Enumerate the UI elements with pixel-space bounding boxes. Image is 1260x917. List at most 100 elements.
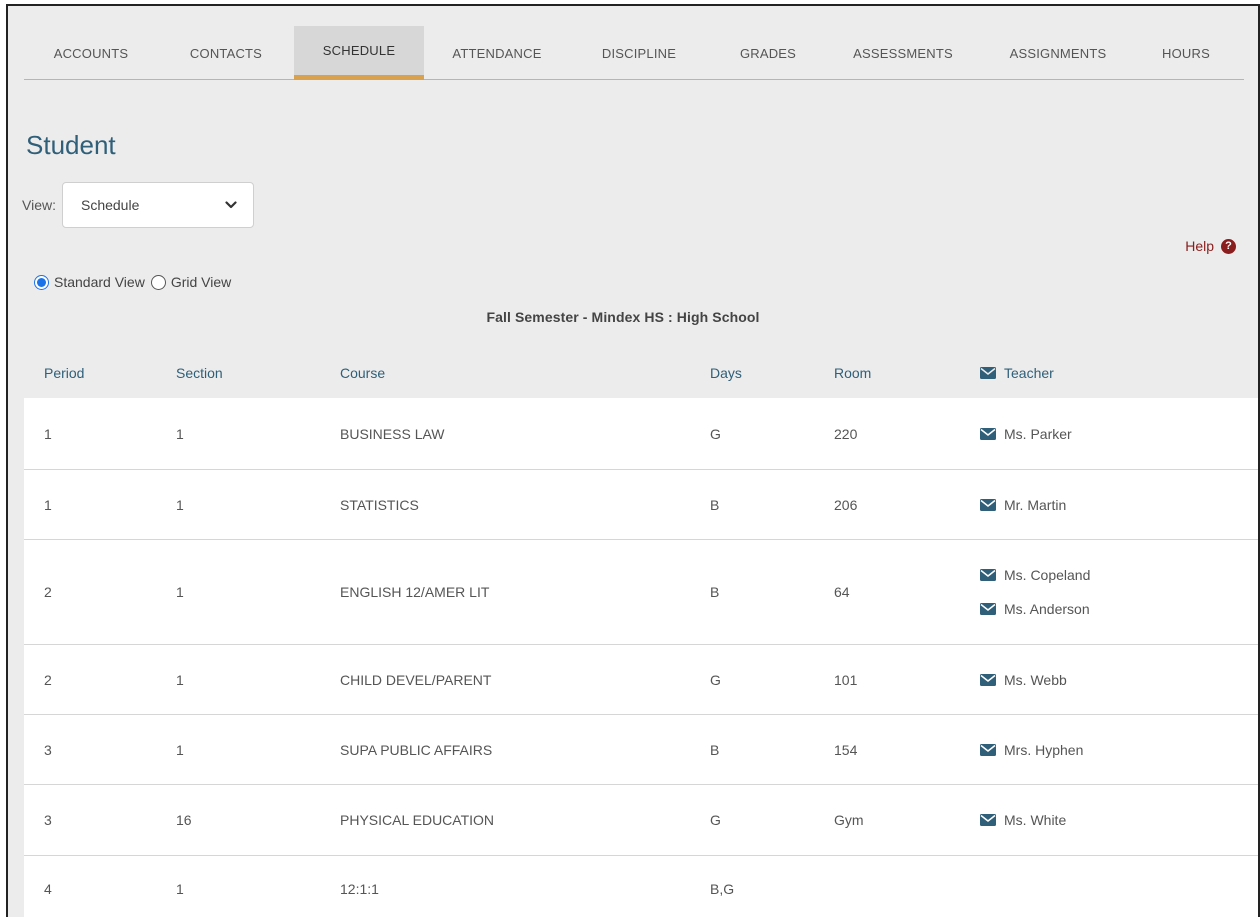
- teacher-name: Ms. Anderson: [1004, 601, 1090, 617]
- question-circle-icon: ?: [1221, 238, 1236, 254]
- cell-period: 1: [44, 496, 52, 513]
- cell-section: 16: [176, 812, 192, 828]
- cell-period: 4: [44, 880, 52, 897]
- cell-period: 2: [44, 584, 52, 600]
- tab-schedule[interactable]: SCHEDULE: [294, 26, 424, 80]
- cell-days: B,G: [710, 880, 735, 897]
- cell-teacher: Ms. Copeland Ms. Anderson: [980, 540, 1090, 644]
- table-row: 1 1 STATISTICS B 206 Mr. Martin: [24, 470, 1258, 540]
- tab-bar: ACCOUNTS CONTACTS SCHEDULE ATTENDANCE DI…: [24, 26, 1244, 80]
- view-label: View:: [22, 197, 56, 213]
- header-course: Course: [340, 365, 386, 381]
- term-title: Fall Semester - Mindex HS : High School: [486, 309, 760, 325]
- cell-days: B: [710, 496, 720, 513]
- cell-course: ENGLISH 12/AMER LIT: [340, 584, 490, 600]
- view-select[interactable]: Schedule: [61, 182, 254, 228]
- cell-days: G: [710, 812, 721, 828]
- header-teacher-label: Teacher: [1004, 365, 1054, 381]
- standard-view-radio[interactable]: [34, 274, 49, 290]
- cell-teacher: Ms. Webb: [980, 645, 1067, 714]
- header-days: Days: [710, 365, 742, 381]
- mail-icon: [980, 367, 996, 379]
- schedule-table-body: 1 1 BUSINESS LAW G 220 Ms. Parker 1 1 ST…: [24, 398, 1258, 917]
- table-row: 2 1 ENGLISH 12/AMER LIT B 64 Ms. Copelan…: [24, 540, 1258, 645]
- table-row: 3 1 SUPA PUBLIC AFFAIRS B 154 Mrs. Hyphe…: [24, 715, 1258, 785]
- teacher-email-link[interactable]: Mrs. Hyphen: [980, 733, 1083, 767]
- term-heading: Fall Semester - Mindex HS : High School: [8, 309, 1258, 325]
- cell-period: 3: [44, 741, 52, 758]
- teacher-email-link[interactable]: Ms. Anderson: [980, 592, 1090, 626]
- table-row: 1 1 BUSINESS LAW G 220 Ms. Parker: [24, 398, 1258, 470]
- header-room: Room: [834, 365, 872, 381]
- cell-room: 101: [834, 671, 858, 688]
- cell-room: 220: [834, 425, 858, 442]
- view-select-value: Schedule: [80, 197, 140, 213]
- tab-hours[interactable]: HOURS: [1138, 26, 1234, 80]
- cell-teacher: Ms. Parker: [980, 398, 1072, 469]
- cell-course: STATISTICS: [340, 496, 419, 513]
- table-row: 4 1 12:1:1 B,G: [24, 856, 1258, 917]
- tab-attendance[interactable]: ATTENDANCE: [424, 26, 570, 80]
- page-title: Student: [26, 130, 116, 160]
- cell-course: 12:1:1: [340, 880, 379, 897]
- grid-view-radio[interactable]: [150, 274, 166, 290]
- schedule-table-header: Period Section Course Days Room Teacher: [24, 348, 1244, 398]
- cell-days: B: [710, 584, 720, 600]
- mail-icon: [980, 427, 996, 440]
- cell-teacher: Mrs. Hyphen: [980, 715, 1083, 784]
- header-teacher[interactable]: Teacher: [980, 348, 1054, 398]
- mail-icon: [980, 814, 996, 826]
- cell-course: PHYSICAL EDUCATION: [340, 812, 495, 828]
- cell-course: BUSINESS LAW: [340, 425, 445, 442]
- cell-period: 3: [44, 812, 52, 828]
- cell-room: 154: [834, 741, 858, 758]
- mail-icon: [980, 569, 996, 581]
- teacher-name: Ms. Parker: [1004, 425, 1072, 442]
- cell-days: G: [710, 425, 721, 442]
- header-section: Section: [176, 365, 223, 381]
- cell-days: B: [710, 741, 720, 758]
- cell-course: CHILD DEVEL/PARENT: [340, 671, 492, 688]
- cell-period: 1: [44, 425, 52, 442]
- cell-room: Gym: [834, 812, 864, 828]
- table-row: 2 1 CHILD DEVEL/PARENT G 101 Ms. Webb: [24, 645, 1258, 715]
- teacher-name: Mr. Martin: [1004, 496, 1067, 513]
- teacher-email-link[interactable]: Ms. Parker: [980, 417, 1072, 451]
- mail-icon: [980, 743, 996, 756]
- tab-assignments[interactable]: ASSIGNMENTS: [978, 26, 1138, 80]
- cell-course: SUPA PUBLIC AFFAIRS: [340, 741, 493, 758]
- grid-view-label[interactable]: Grid View: [171, 274, 231, 290]
- cell-teacher: Ms. White: [980, 785, 1066, 855]
- view-selector-row: View: Schedule: [22, 182, 254, 228]
- teacher-name: Ms. Webb: [1004, 671, 1067, 688]
- help-label: Help: [1185, 238, 1214, 254]
- app-frame: ACCOUNTS CONTACTS SCHEDULE ATTENDANCE DI…: [6, 4, 1260, 917]
- cell-section: 1: [176, 880, 184, 897]
- teacher-email-link[interactable]: Ms. Copeland: [980, 558, 1090, 592]
- tab-accounts[interactable]: ACCOUNTS: [24, 26, 158, 80]
- mail-icon: [980, 603, 996, 615]
- tab-contacts[interactable]: CONTACTS: [158, 26, 294, 80]
- cell-section: 1: [176, 496, 184, 513]
- mail-icon: [980, 673, 996, 686]
- cell-section: 1: [176, 741, 184, 758]
- cell-period: 2: [44, 671, 52, 688]
- tab-discipline[interactable]: DISCIPLINE: [570, 26, 708, 80]
- tab-assessments[interactable]: ASSESSMENTS: [828, 26, 978, 80]
- view-mode-radios: Standard View Grid View: [34, 274, 237, 290]
- teacher-email-link[interactable]: Ms. Webb: [980, 663, 1067, 697]
- mail-icon: [980, 498, 996, 511]
- cell-room: 206: [834, 496, 858, 513]
- help-link[interactable]: Help ?: [1185, 238, 1236, 254]
- teacher-name: Ms. Copeland: [1004, 567, 1091, 583]
- standard-view-label[interactable]: Standard View: [54, 274, 145, 290]
- teacher-email-link[interactable]: Ms. White: [980, 803, 1066, 837]
- cell-room: 64: [834, 584, 850, 600]
- teacher-name: Mrs. Hyphen: [1004, 741, 1084, 758]
- cell-section: 1: [176, 584, 184, 600]
- tab-grades[interactable]: GRADES: [708, 26, 828, 80]
- cell-teacher: Mr. Martin: [980, 470, 1066, 539]
- teacher-name: Ms. White: [1004, 812, 1067, 828]
- teacher-email-link[interactable]: Mr. Martin: [980, 488, 1066, 522]
- cell-days: G: [710, 671, 721, 688]
